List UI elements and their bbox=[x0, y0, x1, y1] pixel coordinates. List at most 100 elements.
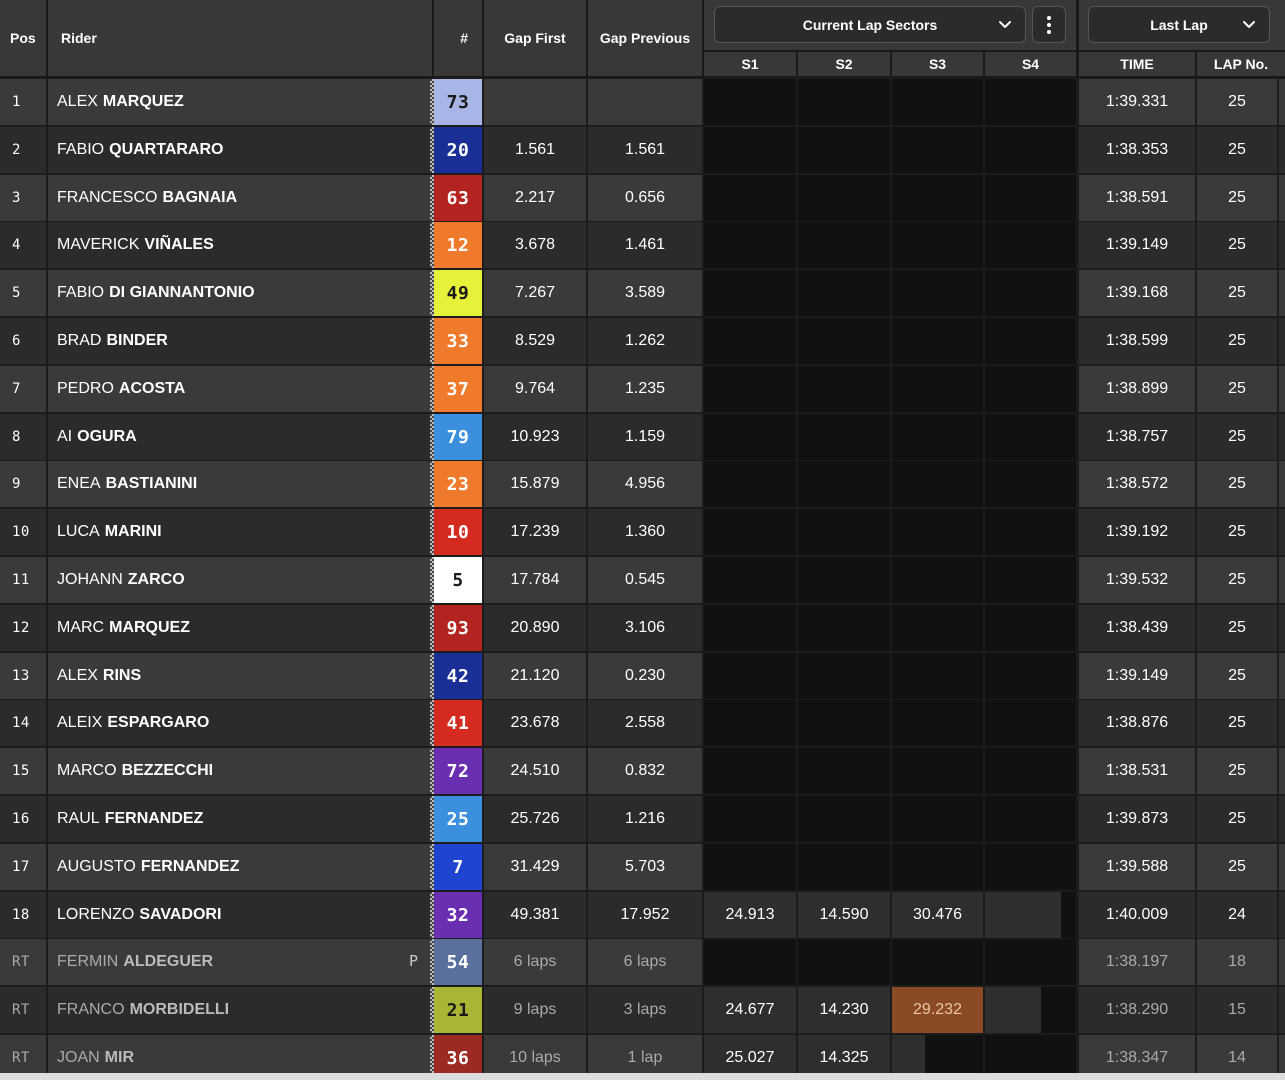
row-edge bbox=[1279, 461, 1285, 507]
lap-number: 25 bbox=[1197, 79, 1277, 125]
sector-s2-value bbox=[798, 796, 890, 842]
sector-s1-value bbox=[704, 461, 796, 507]
rider-last-name: BINDER bbox=[106, 332, 168, 349]
table-row[interactable]: 2 FABIO QUARTARARO 20 1.561 1.561 1:38.353 25 bbox=[0, 127, 1285, 173]
rider-number-badge: 37 bbox=[434, 366, 482, 412]
table-row[interactable]: 12 MARC MARQUEZ 93 20.890 3.106 1:38.439 25 bbox=[0, 605, 1285, 651]
row-rider[interactable]: ALEX MARQUEZ bbox=[48, 79, 432, 125]
row-edge bbox=[1279, 844, 1285, 890]
lap-number: 24 bbox=[1197, 892, 1277, 938]
gap-first-value: 1.561 bbox=[484, 127, 586, 173]
sector-s4-value bbox=[985, 222, 1076, 268]
table-row[interactable]: 11 JOHANN ZARCO 5 17.784 0.545 1:39.532 25 bbox=[0, 557, 1285, 603]
gap-previous-value: 1.159 bbox=[588, 414, 702, 460]
row-rider[interactable]: ALEX RINS bbox=[48, 653, 432, 699]
sector-s3-value bbox=[892, 127, 983, 173]
sector-s1-value bbox=[704, 700, 796, 746]
sector-s4-value bbox=[985, 175, 1076, 221]
row-position: 10 bbox=[0, 509, 46, 555]
rider-last-name: QUARTARARO bbox=[109, 141, 224, 158]
sector-s1-value bbox=[704, 79, 796, 125]
last-lap-time: 1:40.009 bbox=[1079, 892, 1195, 938]
table-row[interactable]: 10 LUCA MARINI 10 17.239 1.360 1:39.192 25 bbox=[0, 509, 1285, 555]
sector-s1-value bbox=[704, 796, 796, 842]
table-row[interactable]: 7 PEDRO ACOSTA 37 9.764 1.235 1:38.899 25 bbox=[0, 366, 1285, 412]
last-lap-time: 1:38.531 bbox=[1079, 748, 1195, 794]
table-row[interactable]: 17 AUGUSTO FERNANDEZ 7 31.429 5.703 1:39.588 25 bbox=[0, 844, 1285, 890]
rider-last-name: MARINI bbox=[104, 523, 162, 540]
row-rider[interactable]: ALEIX ESPARGARO bbox=[48, 700, 432, 746]
header-s2[interactable]: S2 bbox=[798, 52, 890, 76]
table-row[interactable]: 3 FRANCESCO BAGNAIA 63 2.217 0.656 1:38.591 25 bbox=[0, 175, 1285, 221]
gap-previous-value: 17.952 bbox=[588, 892, 702, 938]
table-row[interactable]: 15 MARCO BEZZECCHI 72 24.510 0.832 1:38.531 25 bbox=[0, 748, 1285, 794]
table-row[interactable]: 8 AI OGURA 79 10.923 1.159 1:38.757 25 bbox=[0, 414, 1285, 460]
row-rider[interactable]: LUCA MARINI bbox=[48, 509, 432, 555]
table-row[interactable]: 9 ENEA BASTIANINI 23 15.879 4.956 1:38.572 25 bbox=[0, 461, 1285, 507]
row-rider[interactable]: AI OGURA bbox=[48, 414, 432, 460]
header-time[interactable]: TIME bbox=[1079, 52, 1195, 76]
gap-first-value: 21.120 bbox=[484, 653, 586, 699]
row-rider[interactable]: RAUL FERNANDEZ bbox=[48, 796, 432, 842]
row-rider[interactable]: PEDRO ACOSTA bbox=[48, 366, 432, 412]
last-lap-time: 1:39.532 bbox=[1079, 557, 1195, 603]
sector-s3-value bbox=[892, 461, 983, 507]
gap-first-value: 3.678 bbox=[484, 222, 586, 268]
sector-s3-value bbox=[892, 700, 983, 746]
row-rider[interactable]: MARCO BEZZECCHI bbox=[48, 748, 432, 794]
sector-s2-value bbox=[798, 844, 890, 890]
gap-first-value: 31.429 bbox=[484, 844, 586, 890]
last-lap-dropdown[interactable]: Last Lap bbox=[1088, 6, 1270, 43]
row-rider[interactable]: ENEA BASTIANINI bbox=[48, 461, 432, 507]
window-bottom-edge bbox=[0, 1073, 1285, 1080]
gap-previous-value: 5.703 bbox=[588, 844, 702, 890]
table-row[interactable]: 13 ALEX RINS 42 21.120 0.230 1:39.149 25 bbox=[0, 653, 1285, 699]
rider-last-name: MIR bbox=[104, 1049, 134, 1066]
row-rider[interactable]: AUGUSTO FERNANDEZ bbox=[48, 844, 432, 890]
sector-s4-value bbox=[985, 79, 1076, 125]
header-number-cell[interactable]: # bbox=[434, 0, 482, 76]
table-row[interactable]: 16 RAUL FERNANDEZ 25 25.726 1.216 1:39.873 25 bbox=[0, 796, 1285, 842]
table-row[interactable]: 4 MAVERICK VIÑALES 12 3.678 1.461 1:39.149 25 bbox=[0, 222, 1285, 268]
table-row[interactable]: 6 BRAD BINDER 33 8.529 1.262 1:38.599 25 bbox=[0, 318, 1285, 364]
last-lap-time: 1:39.149 bbox=[1079, 222, 1195, 268]
rider-first-name: FERMIN bbox=[57, 953, 119, 970]
row-rider[interactable]: FRANCO MORBIDELLI bbox=[48, 987, 432, 1033]
chevron-down-icon bbox=[1243, 21, 1255, 28]
gap-previous-value: 0.832 bbox=[588, 748, 702, 794]
row-edge bbox=[1279, 222, 1285, 268]
gap-previous-value: 1.461 bbox=[588, 222, 702, 268]
sector-s2-value: 14.230 bbox=[798, 987, 890, 1033]
header-rider[interactable]: Rider bbox=[48, 0, 432, 76]
row-rider[interactable]: MAVERICK VIÑALES bbox=[48, 222, 432, 268]
row-rider[interactable]: BRAD BINDER bbox=[48, 318, 432, 364]
header-s3[interactable]: S3 bbox=[892, 52, 983, 76]
row-rider[interactable]: JOHANN ZARCO bbox=[48, 557, 432, 603]
table-row[interactable]: 18 LORENZO SAVADORI 32 49.381 17.952 24.913 14.… bbox=[0, 892, 1285, 938]
header-gap-previous[interactable]: Gap Previous bbox=[588, 0, 702, 76]
header-s4[interactable]: S4 bbox=[985, 52, 1076, 76]
row-rider[interactable]: FABIO QUARTARARO bbox=[48, 127, 432, 173]
row-rider[interactable]: FABIO DI GIANNANTONIO bbox=[48, 270, 432, 316]
row-rider[interactable]: FRANCESCO BAGNAIA bbox=[48, 175, 432, 221]
row-rider[interactable]: MARC MARQUEZ bbox=[48, 605, 432, 651]
row-rider[interactable]: FERMIN ALDEGUER P bbox=[48, 939, 432, 985]
sector-s3-value bbox=[892, 318, 983, 364]
sectors-dropdown[interactable]: Current Lap Sectors bbox=[714, 6, 1026, 43]
row-rider[interactable]: LORENZO SAVADORI bbox=[48, 892, 432, 938]
table-row[interactable]: RT FERMIN ALDEGUER P 54 6 laps 6 laps 1:38.197 1… bbox=[0, 939, 1285, 985]
sector-s3-value: 30.476 bbox=[892, 892, 983, 938]
sector-s4-value bbox=[985, 557, 1076, 603]
table-row[interactable]: 5 FABIO DI GIANNANTONIO 49 7.267 3.589 1:39.16… bbox=[0, 270, 1285, 316]
rider-first-name: MAVERICK bbox=[57, 236, 140, 253]
header-pos[interactable]: Pos bbox=[0, 0, 46, 76]
table-row[interactable]: 14 ALEIX ESPARGARO 41 23.678 2.558 1:38.876 25 bbox=[0, 700, 1285, 746]
header-lap-no[interactable]: LAP No. bbox=[1197, 52, 1285, 76]
sector-s1-value bbox=[704, 414, 796, 460]
header-gap-first[interactable]: Gap First bbox=[484, 0, 586, 76]
sector-s4-value bbox=[985, 414, 1076, 460]
table-row[interactable]: 1 ALEX MARQUEZ 73 1:39.331 25 bbox=[0, 79, 1285, 125]
header-s1[interactable]: S1 bbox=[704, 52, 796, 76]
table-row[interactable]: RT FRANCO MORBIDELLI 21 9 laps 3 laps 24.677 14… bbox=[0, 987, 1285, 1033]
more-options-button[interactable] bbox=[1032, 6, 1066, 43]
